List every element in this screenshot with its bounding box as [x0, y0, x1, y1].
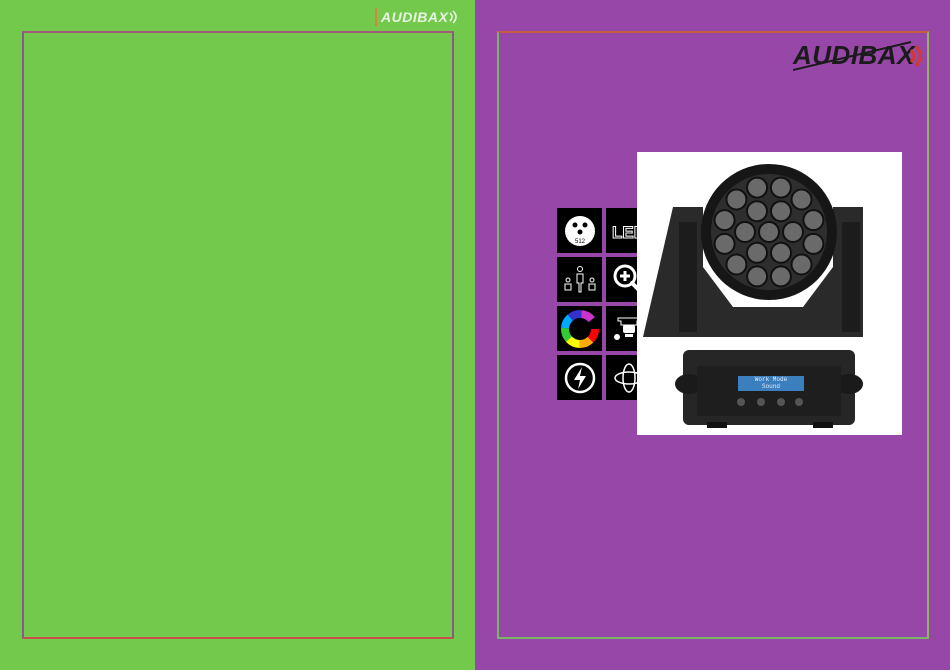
- audibax-logo-small: AUDIBAX: [375, 7, 460, 27]
- power-icon: [557, 355, 602, 400]
- led-lens: [734, 221, 756, 243]
- led-lens: [769, 265, 792, 288]
- led-lens: [790, 188, 813, 211]
- led-lens: [725, 188, 748, 211]
- lcd-display: Work Mode Sound: [738, 376, 804, 391]
- led-lens: [790, 253, 813, 276]
- svg-text:512: 512: [574, 239, 585, 245]
- lcd-line-2: Sound: [761, 383, 780, 390]
- color-wheel-icon: [557, 306, 602, 351]
- product-photo: Work Mode Sound: [637, 152, 902, 435]
- led-lens: [746, 200, 768, 223]
- logo-swoosh-icon: [793, 41, 922, 71]
- led-lens: [746, 241, 768, 264]
- led-lens: [769, 176, 792, 199]
- led-lens: [746, 176, 769, 199]
- led-lens: [758, 221, 780, 243]
- led-array: [713, 176, 825, 288]
- led-lens: [746, 265, 769, 288]
- led-lens: [770, 200, 792, 223]
- led-lens: [770, 241, 792, 264]
- dmx-512-icon: 512: [557, 208, 602, 253]
- led-lens: [713, 209, 736, 232]
- right-page: AUDIBAX 512 LED Work Mode Sound: [475, 0, 950, 670]
- led-lens: [802, 209, 825, 232]
- page-border: [22, 31, 454, 639]
- left-page: AUDIBAX: [0, 0, 475, 670]
- people-icon: [557, 257, 602, 302]
- audibax-logo: AUDIBAX: [793, 36, 929, 76]
- lcd-line-1: Work Mode: [754, 376, 788, 383]
- led-lens: [725, 253, 748, 276]
- led-lens: [782, 221, 804, 243]
- logo-text: AUDIBAX: [381, 9, 449, 25]
- led-lens: [802, 232, 825, 255]
- led-lens: [713, 232, 736, 255]
- sound-waves-icon: [449, 10, 458, 24]
